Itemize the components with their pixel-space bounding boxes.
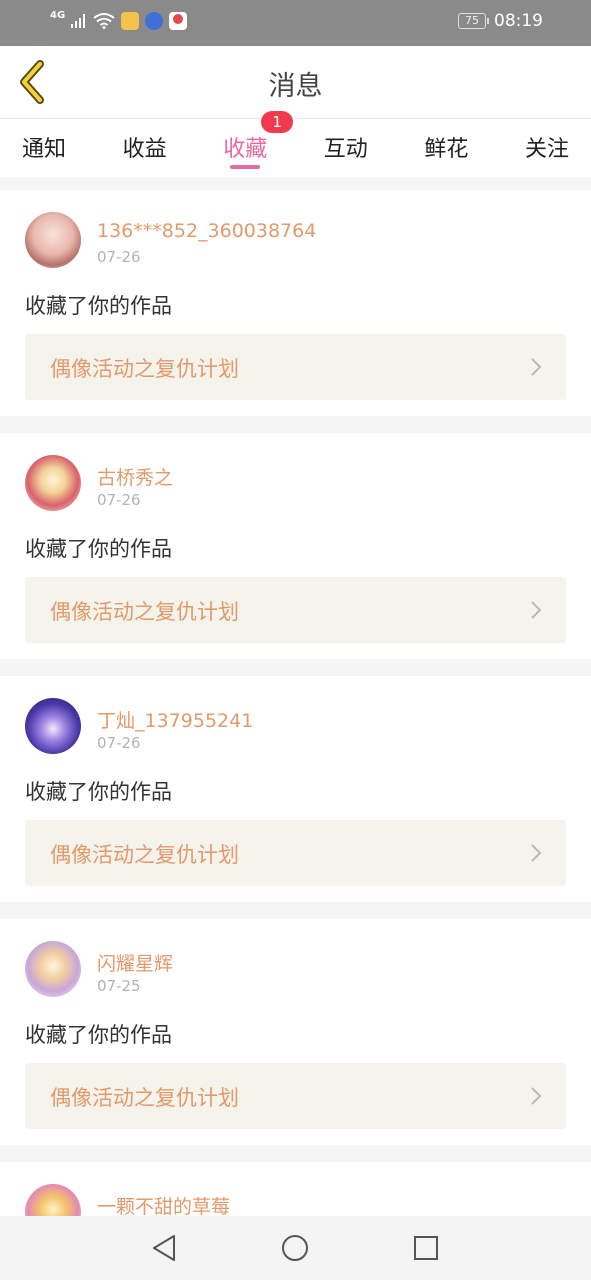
tab-label: 关注 — [524, 137, 569, 162]
tab-follow[interactable]: 关注 — [525, 119, 569, 177]
recents-square-icon[interactable] — [411, 1233, 441, 1263]
work-link[interactable]: 偶像活动之复仇计划 — [25, 334, 566, 400]
back-triangle-icon[interactable] — [150, 1233, 180, 1263]
avatar[interactable] — [25, 455, 81, 511]
timestamp: 07-26 — [97, 734, 141, 752]
work-title: 偶像活动之复仇计划 — [50, 1086, 239, 1110]
tab-label: 鲜花 — [424, 137, 469, 162]
status-left: 4G — [50, 9, 188, 30]
username[interactable]: 136***852_360038764 — [97, 220, 316, 242]
status-right: 75 08:19 — [458, 11, 543, 31]
unread-badge: 1 — [261, 111, 294, 133]
action-text: 收藏了你的作品 — [25, 294, 172, 318]
chevron-right-icon — [531, 1087, 542, 1105]
chevron-right-icon — [531, 601, 542, 619]
status-bar: 4G 75 08:19 — [0, 0, 591, 46]
tab-bar: 通知 收益 收藏 1 互动 鲜花 关注 — [0, 111, 591, 177]
action-text: 收藏了你的作品 — [25, 780, 172, 804]
notification-card: 丁灿_137955241 07-26 收藏了你的作品 偶像活动之复仇计划 — [0, 676, 591, 902]
tab-label: 收益 — [122, 137, 167, 162]
timestamp: 07-25 — [97, 977, 141, 995]
weibo-icon — [121, 12, 140, 30]
page-title: 消息 — [268, 71, 323, 102]
action-text: 收藏了你的作品 — [25, 1023, 172, 1047]
work-link[interactable]: 偶像活动之复仇计划 — [25, 577, 566, 643]
notification-card: 古桥秀之 07-26 收藏了你的作品 偶像活动之复仇计划 — [0, 433, 591, 659]
notification-card: 136***852_360038764 07-26 收藏了你的作品 偶像活动之复… — [0, 190, 591, 416]
timestamp: 07-26 — [97, 248, 141, 266]
status-time: 08:19 — [494, 11, 543, 31]
work-title: 偶像活动之复仇计划 — [50, 843, 239, 867]
work-title: 偶像活动之复仇计划 — [50, 357, 239, 381]
app-header: 消息 — [0, 46, 591, 119]
username[interactable]: 丁灿_137955241 — [97, 706, 253, 733]
tab-earnings[interactable]: 收益 — [123, 119, 167, 177]
system-nav-bar — [0, 1216, 591, 1280]
avatar[interactable] — [25, 941, 81, 997]
app-blue-icon — [145, 12, 164, 30]
chevron-right-icon — [531, 358, 542, 376]
avatar[interactable] — [25, 698, 81, 754]
battery-icon: 75 — [458, 13, 489, 29]
timestamp: 07-26 — [97, 491, 141, 509]
tab-interaction[interactable]: 互动 — [324, 119, 368, 177]
username[interactable]: 闪耀星辉 — [97, 949, 173, 976]
work-link[interactable]: 偶像活动之复仇计划 — [25, 820, 566, 886]
tab-flowers[interactable]: 鲜花 — [424, 119, 468, 177]
work-title: 偶像活动之复仇计划 — [50, 600, 239, 624]
avatar[interactable] — [25, 212, 81, 268]
home-circle-icon[interactable] — [280, 1233, 310, 1263]
tab-label: 收藏 — [223, 137, 268, 162]
active-tab-indicator — [230, 165, 261, 169]
wifi-icon — [93, 13, 115, 29]
tab-favorites[interactable]: 收藏 1 — [223, 111, 294, 177]
action-text: 收藏了你的作品 — [25, 537, 172, 561]
tab-label: 通知 — [22, 137, 67, 162]
notification-card: 闪耀星辉 07-25 收藏了你的作品 偶像活动之复仇计划 — [0, 919, 591, 1145]
chevron-right-icon — [531, 844, 542, 862]
username[interactable]: 一颗不甜的草莓 — [97, 1192, 230, 1219]
signal-icon — [71, 14, 86, 28]
tab-label: 互动 — [323, 137, 368, 162]
network-type: 4G — [50, 9, 66, 21]
tab-notice[interactable]: 通知 — [22, 119, 66, 177]
map-pin-icon — [169, 12, 188, 30]
username[interactable]: 古桥秀之 — [97, 463, 173, 490]
work-link[interactable]: 偶像活动之复仇计划 — [25, 1063, 566, 1129]
